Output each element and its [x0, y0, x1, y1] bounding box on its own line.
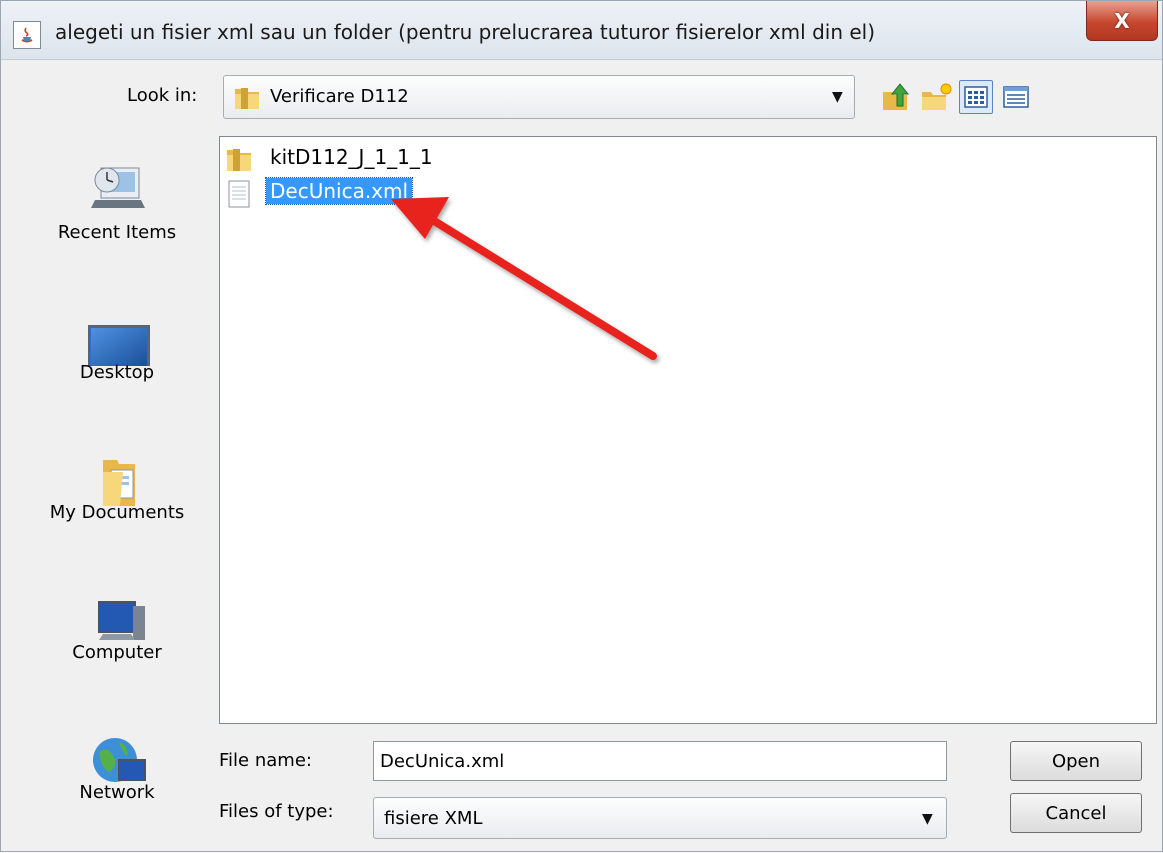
network-icon — [79, 716, 159, 786]
place-label: Desktop — [79, 362, 155, 383]
look-in-value: Verificare D112 — [270, 86, 409, 107]
place-label: My Documents — [49, 502, 185, 523]
list-item[interactable]: kitD112_J_1_1_1 — [224, 143, 464, 175]
place-desktop[interactable]: Desktop — [31, 276, 203, 406]
my-documents-icon — [79, 436, 159, 516]
place-network[interactable]: Network — [31, 696, 203, 826]
new-folder-button[interactable] — [919, 80, 953, 114]
up-folder-icon — [879, 83, 913, 118]
file-list[interactable]: kitD112_J_1_1_1 DecUnica.xml — [219, 136, 1157, 724]
list-item-selected[interactable]: DecUnica.xml — [224, 177, 444, 209]
file-name: kitD112_J_1_1_1 — [270, 145, 433, 169]
list-view-icon — [960, 86, 992, 117]
recent-items-icon — [79, 156, 159, 226]
new-folder-icon — [919, 83, 953, 118]
document-icon — [224, 179, 254, 209]
cancel-button[interactable]: Cancel — [1010, 793, 1142, 833]
computer-icon — [79, 576, 159, 646]
window-title: alegeti un fisier xml sau un folder (pen… — [55, 20, 876, 44]
up-folder-button[interactable] — [879, 80, 913, 114]
java-app-icon — [13, 21, 41, 49]
file-type-label: Files of type: — [219, 801, 334, 822]
folder-icon — [224, 145, 254, 175]
title-bar[interactable]: alegeti un fisier xml sau un folder (pen… — [1, 1, 1162, 60]
place-label: Recent Items — [57, 222, 177, 243]
file-name: DecUnica.xml — [264, 177, 414, 205]
desktop-icon — [79, 296, 159, 369]
places-sidebar: Recent Items Desktop My Documents Comput… — [31, 136, 203, 836]
chevron-down-icon[interactable]: ▼ — [922, 811, 933, 827]
look-in-label: Look in: — [127, 85, 198, 106]
file-name-input[interactable] — [373, 741, 947, 781]
open-button[interactable]: Open — [1010, 741, 1142, 781]
folder-icon — [232, 83, 262, 117]
file-chooser-dialog: alegeti un fisier xml sau un folder (pen… — [0, 0, 1163, 852]
place-recent-items[interactable]: Recent Items — [31, 136, 203, 266]
details-view-button[interactable] — [999, 80, 1033, 114]
place-computer[interactable]: Computer — [31, 556, 203, 686]
file-type-combo[interactable]: fisiere XML ▼ — [373, 797, 947, 839]
file-name-label: File name: — [219, 750, 312, 771]
look-in-combo[interactable]: Verificare D112 ▼ — [223, 75, 855, 119]
place-label: Computer — [72, 642, 162, 663]
place-my-documents[interactable]: My Documents — [31, 416, 203, 546]
close-button[interactable]: X — [1086, 1, 1158, 41]
details-view-icon — [999, 86, 1033, 118]
place-label: Network — [79, 782, 155, 803]
list-view-button[interactable] — [959, 80, 993, 114]
file-type-value: fisiere XML — [384, 808, 483, 829]
chevron-down-icon[interactable]: ▼ — [832, 89, 843, 105]
